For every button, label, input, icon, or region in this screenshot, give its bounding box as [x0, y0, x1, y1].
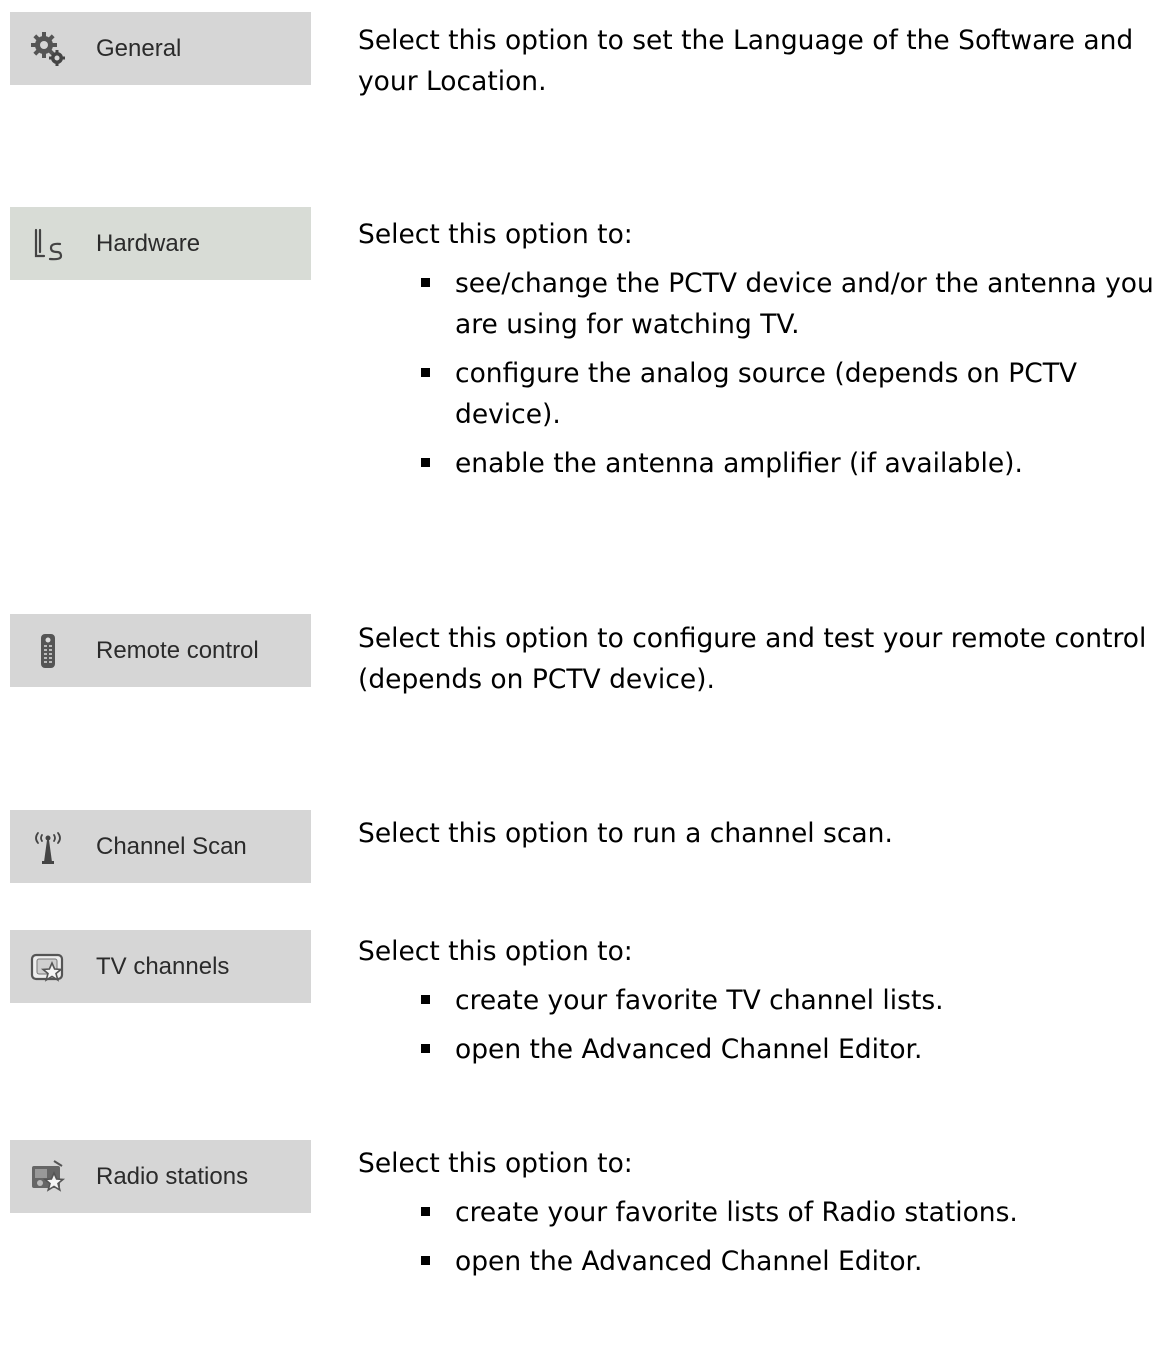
general-button[interactable]: General [10, 12, 311, 85]
bullet-icon [421, 1044, 430, 1053]
remote-control-button[interactable]: Remote control [10, 614, 311, 687]
bullet-icon [421, 368, 430, 377]
channel-scan-button[interactable]: Channel Scan [10, 810, 311, 883]
list-item-text: configure the analog source (depends on … [455, 358, 1078, 430]
bullet-icon [421, 995, 430, 1004]
hardware-intro: Select this option to: [358, 219, 633, 250]
tv-channels-description: Select this option to: create your favor… [358, 931, 1170, 1078]
list-item: see/change the PCTV device and/or the an… [358, 263, 1170, 345]
list-item-text: create your favorite lists of Radio stat… [455, 1197, 1018, 1228]
hardware-description: Select this option to: see/change the PC… [358, 214, 1170, 492]
hardware-label: Hardware [96, 229, 201, 257]
tv-channels-button[interactable]: TV channels [10, 930, 311, 1003]
list-item-text: open the Advanced Channel Editor. [455, 1034, 923, 1065]
remote-control-intro: Select this option to configure and test… [358, 623, 1147, 695]
channel-scan-label: Channel Scan [96, 832, 247, 860]
list-item: open the Advanced Channel Editor. [358, 1029, 1170, 1070]
remote-control-icon [30, 633, 66, 669]
tv-channels-label: TV channels [96, 952, 230, 980]
list-item: enable the antenna amplifier (if availab… [358, 443, 1170, 484]
channel-scan-intro: Select this option to run a channel scan… [358, 818, 893, 849]
antenna-device-icon [30, 226, 66, 262]
radio-stations-description: Select this option to: create your favor… [358, 1143, 1170, 1290]
gears-icon [30, 31, 66, 67]
radio-star-icon [30, 1159, 66, 1195]
remote-control-label: Remote control [96, 636, 259, 664]
tv-channels-list: create your favorite TV channel lists. o… [358, 980, 1170, 1070]
list-item: open the Advanced Channel Editor. [358, 1241, 1170, 1282]
radio-stations-list: create your favorite lists of Radio stat… [358, 1192, 1170, 1282]
general-label: General [96, 34, 182, 62]
hardware-list: see/change the PCTV device and/or the an… [358, 263, 1170, 484]
list-item: create your favorite TV channel lists. [358, 980, 1170, 1021]
radio-stations-label: Radio stations [96, 1162, 249, 1190]
tv-star-icon [30, 949, 66, 985]
general-intro: Select this option to set the Language o… [358, 25, 1134, 97]
radio-stations-button[interactable]: Radio stations [10, 1140, 311, 1213]
general-description: Select this option to set the Language o… [358, 20, 1170, 102]
tv-channels-intro: Select this option to: [358, 936, 633, 967]
bullet-icon [421, 458, 430, 467]
bullet-icon [421, 1256, 430, 1265]
remote-control-description: Select this option to configure and test… [358, 618, 1170, 700]
bullet-icon [421, 278, 430, 287]
list-item-text: enable the antenna amplifier (if availab… [455, 448, 1023, 479]
list-item-text: open the Advanced Channel Editor. [455, 1246, 923, 1277]
list-item: create your favorite lists of Radio stat… [358, 1192, 1170, 1233]
hardware-button[interactable]: Hardware [10, 207, 311, 280]
radio-stations-intro: Select this option to: [358, 1148, 633, 1179]
broadcast-tower-icon [30, 829, 66, 865]
list-item-text: create your favorite TV channel lists. [455, 985, 944, 1016]
bullet-icon [421, 1207, 430, 1216]
channel-scan-description: Select this option to run a channel scan… [358, 813, 1170, 854]
list-item: configure the analog source (depends on … [358, 353, 1170, 435]
list-item-text: see/change the PCTV device and/or the an… [455, 268, 1154, 340]
